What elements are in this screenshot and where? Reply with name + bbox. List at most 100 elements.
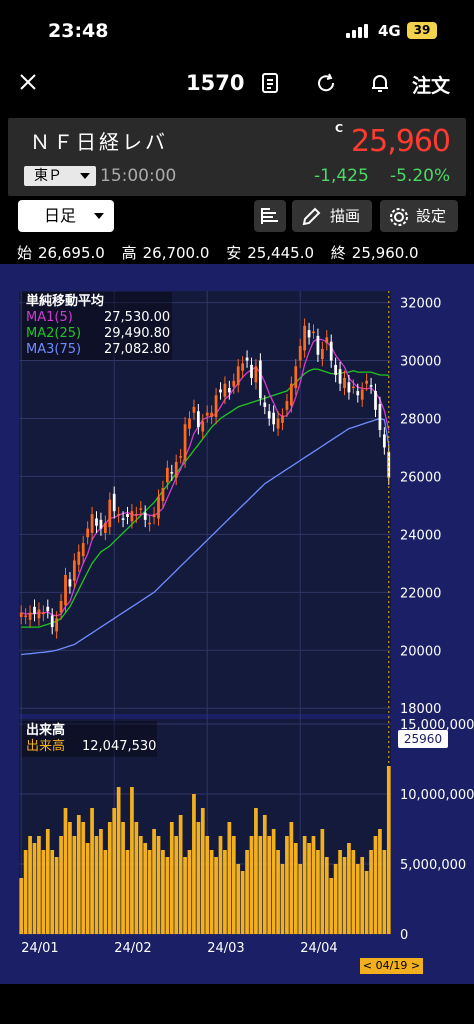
candle-body (121, 518, 125, 520)
ma-legend: 単純移動平均 MA1(5) 27,530.00 MA2(25) 29,490.80 … (22, 292, 172, 360)
volume-bar (302, 836, 307, 934)
date-flag[interactable]: < 04/19 > (360, 958, 423, 974)
volume-bar (240, 871, 245, 934)
high-value: 26,700.0 (142, 244, 210, 262)
close-mark: C (335, 122, 344, 135)
market-select[interactable]: 東Ｐ (24, 166, 96, 186)
volume-bar (68, 822, 72, 934)
candle-body (183, 424, 187, 461)
volume-bar (59, 836, 63, 934)
volume-bar (329, 878, 334, 934)
volume-bar (37, 836, 41, 934)
volume-bar (236, 864, 241, 934)
candle-body (223, 383, 227, 397)
candle-body (320, 348, 324, 360)
candle-body (294, 366, 298, 389)
settings-label: 設定 (416, 207, 447, 225)
price-change-pct: -5.20% (390, 166, 451, 186)
candle-body (338, 369, 342, 384)
order-button[interactable]: 注文 (412, 71, 450, 98)
security-name: ＮＦ日経レバ (30, 130, 168, 154)
candle-body (343, 377, 346, 389)
indicator-button[interactable] (254, 200, 286, 232)
volume-bar (165, 857, 170, 934)
candle-body (285, 401, 289, 410)
candle-body (250, 364, 253, 378)
volume-bar (285, 836, 289, 934)
candle-body (33, 606, 36, 615)
volume-bar (307, 843, 311, 934)
low-label: 安 (226, 244, 242, 262)
candle-body (28, 612, 32, 620)
volume-bar (174, 836, 179, 934)
signal-icon (346, 24, 372, 38)
candle-body (72, 560, 76, 581)
candle-body (356, 390, 360, 396)
volume-bar (289, 822, 294, 934)
battery-icon: 39 (407, 22, 437, 39)
legend-ma3-value: 27,082.80 (104, 342, 171, 357)
volume-bar (298, 864, 303, 934)
volume-bar (187, 850, 192, 934)
price-chart[interactable]: 32000 30000 28000 26000 24000 22000 20000 18000… (0, 264, 474, 984)
chart-area[interactable]: 32000 30000 28000 26000 24000 22000 20000 18000… (0, 264, 474, 984)
candle-body (24, 615, 28, 617)
volume-tick-label: 10,000,000 (400, 788, 474, 803)
volume-bar (99, 829, 103, 934)
period-select[interactable]: 日足 (18, 200, 114, 232)
candle-body (59, 601, 63, 613)
candle-body (19, 612, 23, 617)
close-value: 25,960.0 (351, 244, 419, 262)
volume-bar (192, 794, 196, 934)
candle-body (161, 488, 165, 502)
x-tick-label: 24/02 (114, 941, 151, 956)
candle-body (148, 522, 152, 525)
volume-bar (45, 829, 50, 934)
candle-body (374, 390, 377, 410)
candle-body (165, 467, 169, 483)
candle-body (312, 331, 315, 334)
legend-ma1: MA1(5) 27,530.00 (26, 310, 170, 326)
refresh-icon[interactable] (315, 72, 337, 94)
candle-body (90, 514, 94, 533)
volume-bar (351, 850, 356, 934)
current-price-tag: 25960 (398, 730, 448, 748)
volume-bar (324, 857, 329, 934)
candle-body (378, 403, 382, 431)
bell-icon[interactable] (369, 72, 391, 94)
volume-bar (72, 836, 77, 934)
volume-tick-label: 0 (400, 928, 408, 943)
candle-body (50, 615, 54, 628)
settings-button[interactable]: 設定 (380, 200, 458, 232)
volume-bar (333, 864, 338, 934)
chevron-down-icon (94, 213, 104, 219)
candle-body (289, 383, 293, 406)
volume-legend-title: 出来高 (26, 723, 66, 738)
market-select-value: 東Ｐ (34, 168, 62, 184)
candle-body (68, 579, 72, 587)
draw-button[interactable]: 描画 (292, 200, 372, 232)
volume-bar (116, 787, 121, 934)
price-tick-label: 18000 (400, 702, 441, 717)
volume-bar (23, 850, 28, 934)
candle-body (307, 330, 311, 338)
volume-bar (130, 787, 134, 934)
price-tick-label: 30000 (400, 355, 441, 370)
volume-bar (134, 822, 139, 934)
volume-bar (94, 836, 99, 934)
candle-body (157, 496, 160, 519)
candle-body (112, 493, 116, 512)
candle-body (298, 346, 302, 361)
document-icon[interactable] (259, 72, 281, 94)
candle-body (81, 543, 85, 557)
open-value: 26,695.0 (38, 244, 105, 262)
candle-body (126, 514, 129, 517)
candle-body (170, 472, 174, 474)
volume-bar (19, 878, 24, 934)
quote-time: 15:00:00 (100, 166, 177, 186)
candle-body (37, 609, 41, 619)
price-tick-label: 26000 (400, 470, 441, 485)
close-icon[interactable] (18, 72, 38, 92)
status-bar: 23:48 4G 39 (0, 0, 474, 62)
candle-body (334, 364, 338, 376)
